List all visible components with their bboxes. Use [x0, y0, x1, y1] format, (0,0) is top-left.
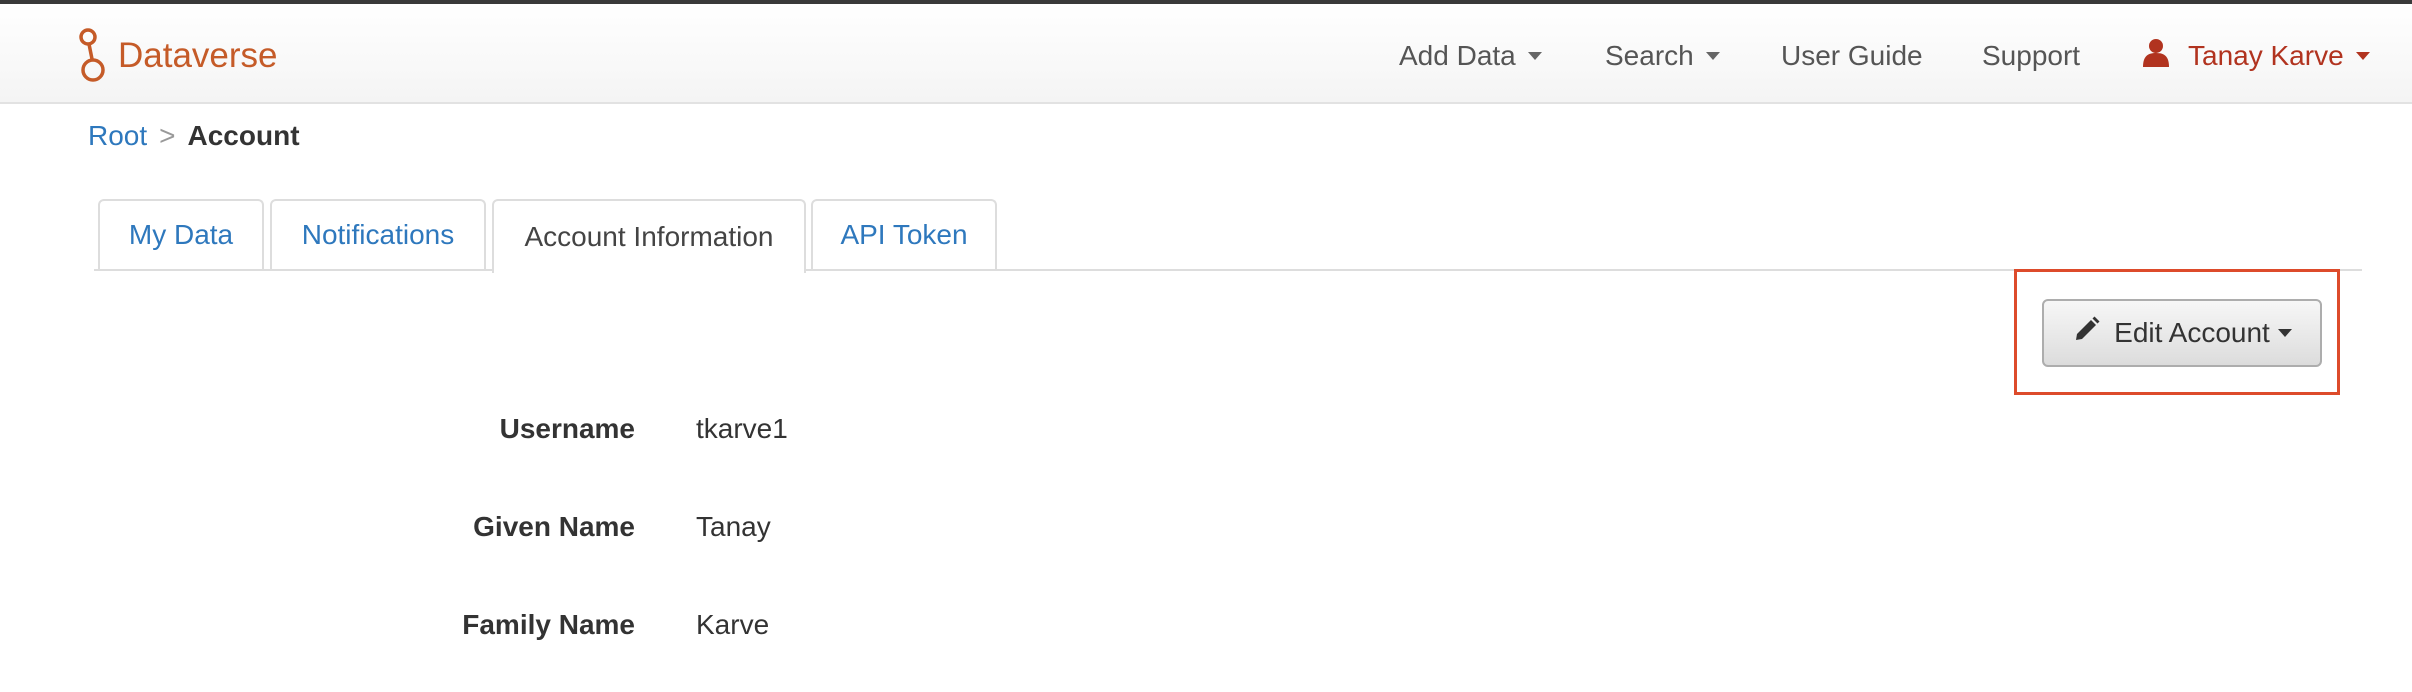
given-name-label: Given Name	[473, 511, 635, 542]
username-value: tkarve1	[696, 413, 788, 444]
tab-notifications-label: Notifications	[301, 219, 455, 250]
tab-my-data[interactable]: My Data	[98, 199, 264, 269]
nav-user-guide-label: User Guide	[1781, 40, 1923, 71]
caret-down-icon	[1527, 52, 1542, 60]
nav-search-label: Search	[1605, 40, 1694, 71]
family-name-value: Karve	[696, 609, 770, 640]
nav-support-label: Support	[1982, 40, 2081, 71]
caret-down-icon	[2355, 52, 2370, 60]
edit-account-button[interactable]: Edit Account	[2042, 299, 2322, 367]
breadcrumb-current: Account	[187, 120, 300, 151]
caret-down-icon	[2277, 329, 2292, 337]
top-navbar: Dataverse Add Data Search User Guide Sup…	[0, 4, 2412, 104]
breadcrumb: Root > Account	[88, 120, 300, 152]
nav-add-data-dropdown[interactable]: Add Data	[1399, 34, 1542, 78]
tab-account-information[interactable]: Account Information	[492, 199, 806, 273]
nav-search-dropdown[interactable]: Search	[1605, 34, 1720, 78]
caret-down-icon	[1705, 52, 1720, 60]
brand-name: Dataverse	[118, 36, 278, 75]
nav-user-menu[interactable]: Tanay Karve	[2142, 34, 2370, 78]
given-name-value: Tanay	[696, 511, 771, 542]
tab-notifications[interactable]: Notifications	[270, 199, 486, 269]
tab-api-token[interactable]: API Token	[811, 199, 997, 269]
dataverse-logo-icon	[78, 26, 108, 86]
user-icon	[2142, 38, 2170, 75]
nav-add-data-label: Add Data	[1399, 40, 1516, 71]
breadcrumb-separator: >	[159, 120, 176, 151]
nav-user-guide-link[interactable]: User Guide	[1781, 34, 1923, 78]
family-name-label: Family Name	[462, 609, 635, 640]
brand-link[interactable]: Dataverse	[78, 24, 278, 88]
tab-account-information-label: Account Information	[524, 221, 774, 252]
user-name: Tanay Karve	[2188, 40, 2344, 71]
username-label: Username	[499, 413, 635, 444]
tab-api-token-label: API Token	[840, 219, 968, 250]
nav-support-link[interactable]: Support	[1982, 34, 2080, 78]
breadcrumb-root-link[interactable]: Root	[88, 120, 147, 152]
tab-my-data-label: My Data	[128, 219, 234, 250]
edit-account-label: Edit Account	[2114, 317, 2270, 348]
pencil-icon	[2072, 316, 2100, 351]
